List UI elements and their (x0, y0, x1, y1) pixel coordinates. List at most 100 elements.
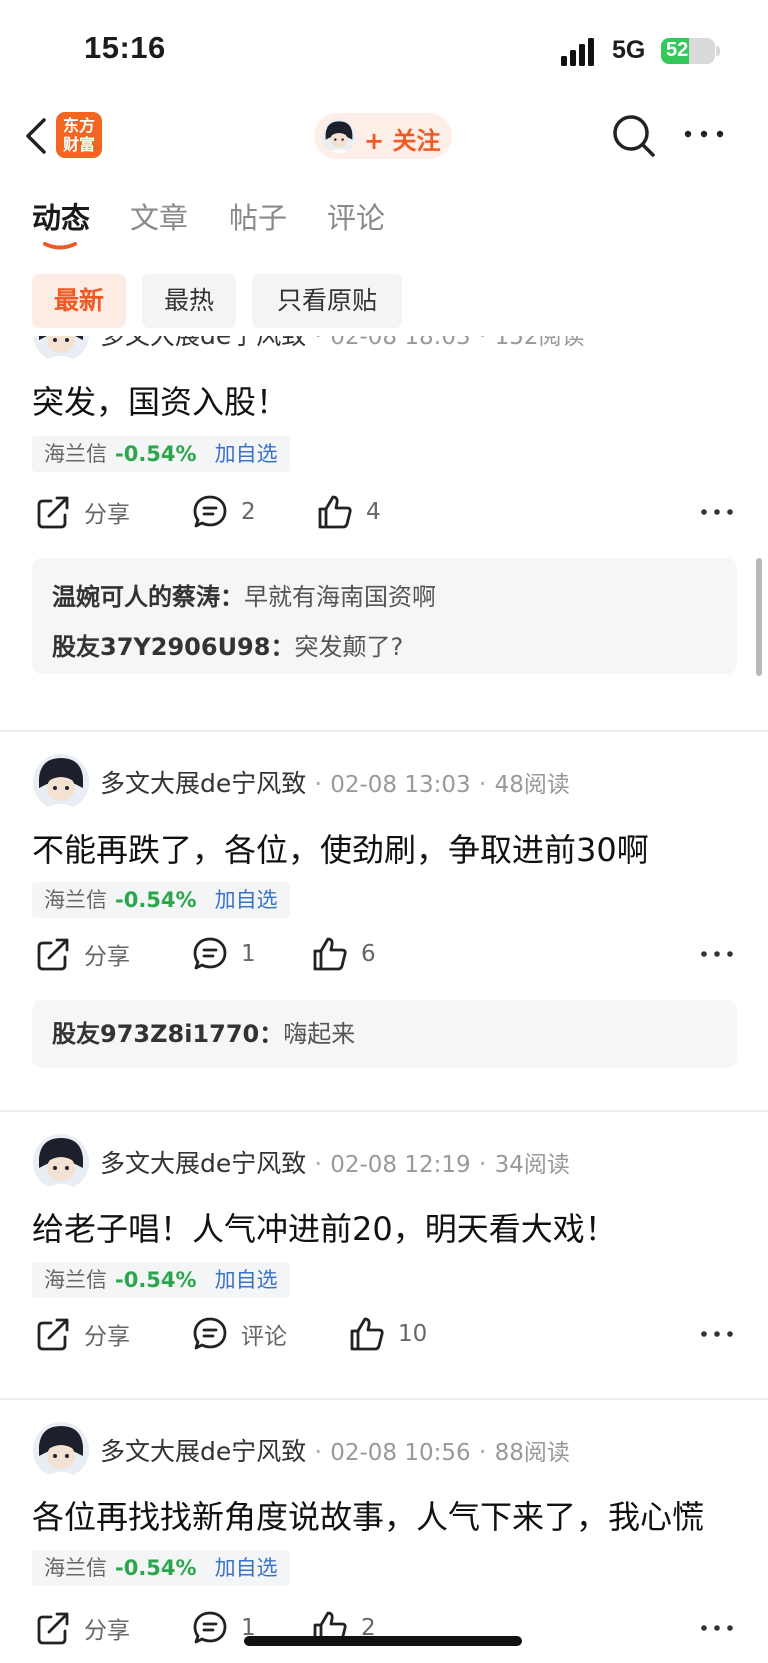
more-button[interactable] (682, 122, 726, 146)
post-content[interactable]: 各位再找找新角度说故事，人气下来了，我心慌 (32, 1492, 704, 1538)
back-button[interactable] (18, 114, 58, 158)
share-icon (37, 1318, 69, 1351)
tab-articles[interactable]: 文章 (130, 195, 188, 237)
filter-hot[interactable]: 最热 (142, 274, 236, 328)
comment-label: 评论 (241, 1324, 287, 1350)
post-actions: 分享 评论 10 (0, 1312, 768, 1356)
more-horizontal-icon[interactable] (700, 500, 734, 524)
comment-preview[interactable]: 温婉可人的蔡涛：早就有海南国资啊 股友37Y2906U98：突发颠了? (32, 558, 737, 674)
add-watchlist-button[interactable]: 加自选 (215, 1268, 278, 1292)
scrollbar[interactable] (756, 558, 762, 676)
share-label: 分享 (84, 1618, 130, 1644)
post-content[interactable]: 不能再跌了，各位，使劲刷，争取进前30啊 (32, 825, 649, 871)
comment-preview[interactable]: 股友973Z8i1770：嗨起来 (32, 1000, 737, 1068)
more-horizontal-icon[interactable] (700, 1322, 734, 1346)
add-watchlist-button[interactable]: 加自选 (215, 442, 278, 466)
author-name[interactable]: 多文大展de宁风致 (100, 336, 306, 350)
like-button[interactable]: 6 (311, 932, 376, 976)
comment-item[interactable]: 温婉可人的蔡涛：早就有海南国资啊 (52, 572, 717, 622)
comment-button[interactable]: 2 (191, 490, 256, 534)
stock-change: -0.54% (115, 888, 197, 912)
tab-active-indicator (43, 242, 77, 250)
post-date: 02-08 18:03 (330, 336, 471, 350)
comment-button[interactable]: 评论 (191, 1312, 287, 1356)
post-content[interactable]: 给老子唱！人气冲进前20，明天看大戏！ (32, 1204, 617, 1250)
more-horizontal-icon[interactable] (700, 942, 734, 966)
app-logo[interactable]: 东方 财富 (56, 112, 102, 158)
like-button[interactable]: 10 (348, 1312, 427, 1356)
comment-icon (193, 937, 227, 970)
home-indicator[interactable] (244, 1636, 522, 1646)
battery-icon: 52 (661, 38, 715, 64)
avatar[interactable] (33, 1422, 89, 1478)
post-feed: 多文大展de宁风致·02-08 18:03·152阅读 突发，国资入股！ 海兰信… (0, 336, 768, 1663)
status-time: 15:16 (84, 30, 166, 65)
search-button[interactable] (610, 112, 658, 160)
share-button[interactable]: 分享 (34, 1606, 130, 1650)
post-date: 02-08 13:03 (330, 772, 471, 798)
comment-item[interactable]: 股友37Y2906U98：突发颠了? (52, 622, 717, 672)
thumbs-up-icon (350, 1317, 384, 1351)
stock-tag[interactable]: 海兰信 -0.54% 加自选 (32, 1262, 290, 1298)
comment-count: 1 (241, 941, 256, 967)
share-icon (37, 1612, 69, 1645)
thumbs-up-icon (318, 495, 352, 529)
read-count: 152阅读 (494, 336, 585, 350)
comment-icon (193, 495, 227, 528)
commenter-name: 温婉可人的蔡涛 (52, 583, 220, 611)
share-button[interactable]: 分享 (34, 490, 130, 534)
share-label: 分享 (84, 502, 130, 528)
chevron-left-icon (26, 118, 46, 154)
avatar[interactable] (33, 754, 89, 810)
comment-count: 2 (241, 499, 256, 525)
post-actions: 分享 1 6 (0, 932, 768, 976)
avatar[interactable] (33, 1134, 89, 1190)
filter-latest[interactable]: 最新 (32, 274, 126, 328)
add-watchlist-button[interactable]: 加自选 (215, 888, 278, 912)
stock-change: -0.54% (115, 1268, 197, 1292)
commenter-name: 股友973Z8i1770 (52, 1020, 260, 1048)
stock-tag[interactable]: 海兰信 -0.54% 加自选 (32, 436, 290, 472)
share-label: 分享 (84, 944, 130, 970)
comment-item[interactable]: 股友973Z8i1770：嗨起来 (52, 1009, 717, 1059)
stock-name: 海兰信 (44, 1268, 107, 1292)
tab-posts[interactable]: 帖子 (229, 195, 287, 237)
commenter-name: 股友37Y2906U98 (52, 633, 271, 661)
post-card[interactable]: 多文大展de宁风致 · 02-08 10:56 · 88阅读 各位再找找新角度说故事，人… (0, 1400, 768, 1663)
stock-name: 海兰信 (44, 888, 107, 912)
stock-tag[interactable]: 海兰信 -0.54% 加自选 (32, 1550, 290, 1586)
avatar (322, 119, 356, 153)
post-meta: 多文大展de宁风致 · 02-08 12:19 · 34阅读 (100, 1149, 570, 1178)
tab-comments[interactable]: 评论 (327, 195, 385, 237)
like-count: 6 (361, 941, 376, 967)
post-content[interactable]: 突发，国资入股！ (32, 377, 288, 423)
comment-text: 突发颠了? (294, 633, 404, 661)
share-button[interactable]: 分享 (34, 1312, 130, 1356)
like-count: 10 (398, 1321, 428, 1347)
avatar[interactable] (33, 336, 89, 362)
profile-tabs: 动态 文章 帖子 评论 (0, 195, 768, 255)
comment-icon (193, 1611, 227, 1644)
like-button[interactable]: 4 (316, 490, 381, 534)
more-horizontal-icon (684, 130, 724, 138)
cellular-signal-icon (561, 36, 601, 66)
share-button[interactable]: 分享 (34, 932, 130, 976)
comment-icon (193, 1317, 227, 1350)
stock-tag[interactable]: 海兰信 -0.54% 加自选 (32, 882, 290, 918)
author-name[interactable]: 多文大展de宁风致 (100, 1437, 306, 1466)
author-name[interactable]: 多文大展de宁风致 (100, 1149, 306, 1178)
tab-dynamics[interactable]: 动态 (32, 195, 90, 237)
share-icon (37, 938, 69, 971)
follow-button[interactable]: + 关注 (314, 113, 452, 159)
post-card[interactable]: 多文大展de宁风致 · 02-08 12:19 · 34阅读 给老子唱！人气冲进前20，… (0, 1112, 768, 1382)
comment-button[interactable]: 1 (191, 932, 256, 976)
post-meta: 多文大展de宁风致·02-08 18:03·152阅读 (100, 336, 585, 352)
filter-original-only[interactable]: 只看原贴 (252, 274, 402, 328)
stock-change: -0.54% (115, 442, 197, 466)
share-label: 分享 (84, 1324, 130, 1350)
more-horizontal-icon[interactable] (700, 1616, 734, 1640)
post-card[interactable]: 多文大展de宁风致 · 02-08 13:03 · 48阅读 不能再跌了，各位，使劲刷，… (0, 732, 768, 1092)
follow-label: + 关注 (364, 127, 441, 155)
add-watchlist-button[interactable]: 加自选 (215, 1556, 278, 1580)
author-name[interactable]: 多文大展de宁风致 (100, 769, 306, 798)
